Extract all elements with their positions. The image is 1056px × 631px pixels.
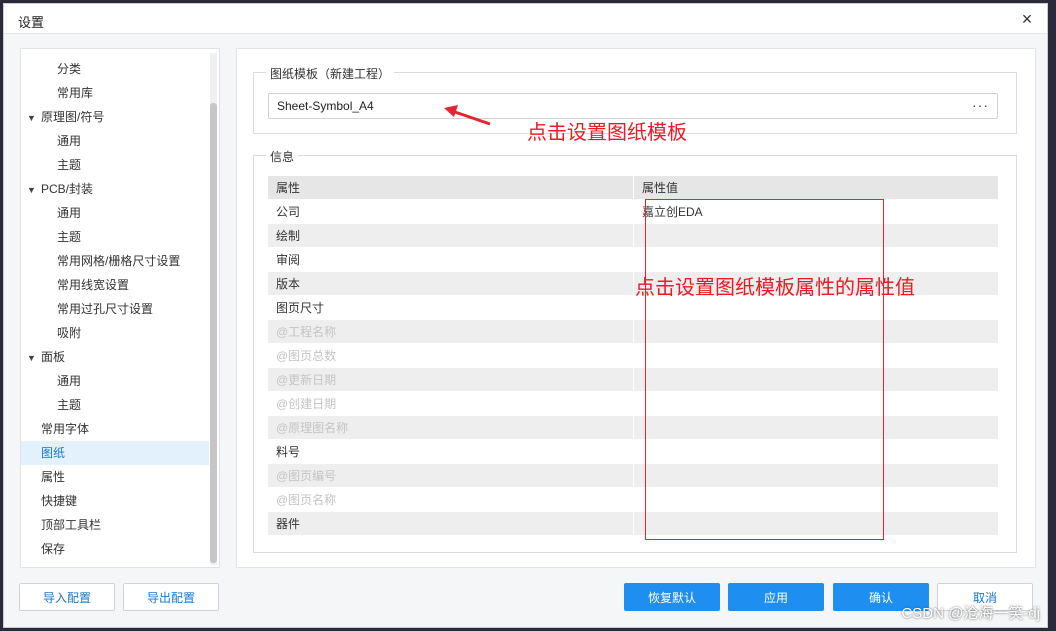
nav-item[interactable]: 快捷键 xyxy=(21,489,209,513)
nav-item-label: 原理图/符号 xyxy=(41,110,105,124)
table-row[interactable]: @工程名称 xyxy=(268,320,998,344)
nav-item-label: 常用库 xyxy=(57,86,94,100)
nav-scrollbar[interactable] xyxy=(210,53,217,565)
dialog-title: 设置 xyxy=(18,15,45,30)
more-options-icon[interactable]: ··· xyxy=(972,97,989,113)
nav-item[interactable]: ▼ 面板 xyxy=(21,345,209,369)
nav-item[interactable]: 主题 xyxy=(21,153,209,177)
header-value: 属性值 xyxy=(642,181,679,195)
property-key: @创建日期 xyxy=(268,392,634,416)
property-key: 绘制 xyxy=(268,224,634,248)
property-key: 公司 xyxy=(268,200,634,224)
property-key: 器件 xyxy=(268,512,634,536)
nav-item[interactable]: 主题 xyxy=(21,393,209,417)
import-config-button[interactable]: 导入配置 xyxy=(19,583,115,611)
property-key: @原理图名称 xyxy=(268,416,634,440)
nav-item-label: 通用 xyxy=(57,374,82,388)
property-key: 料号 xyxy=(268,440,634,464)
property-key: @图页总数 xyxy=(268,344,634,368)
csdn-watermark: CSDN @沧海一笑-dj xyxy=(901,605,1040,622)
nav-item-label: 吸附 xyxy=(57,326,82,340)
table-row[interactable]: 审阅 xyxy=(268,248,998,272)
nav-item-label: PCB/封装 xyxy=(41,182,94,196)
title-bar: 设置 × xyxy=(4,4,1047,34)
nav-item[interactable]: 通用 xyxy=(21,369,209,393)
nav-item-label: 常用过孔尺寸设置 xyxy=(57,302,154,316)
nav-item-label: 主题 xyxy=(57,398,82,412)
nav-item[interactable]: 常用线宽设置 xyxy=(21,273,209,297)
apply-button[interactable]: 应用 xyxy=(728,583,824,611)
info-table: 属性 属性值 公司 嘉立创EDA 绘制 审阅 版本 图页尺寸 @工程名称 @图页总数 @更新日期… xyxy=(268,176,998,536)
nav-item-label: 主题 xyxy=(57,230,82,244)
nav-item-label: 常用网格/栅格尺寸设置 xyxy=(57,254,181,268)
caret-down-icon[interactable]: ▼ xyxy=(27,106,39,130)
table-row[interactable]: 器件 xyxy=(268,512,998,536)
nav-item-label: 分类 xyxy=(57,62,82,76)
table-row[interactable]: @图页编号 xyxy=(268,464,998,488)
table-row[interactable]: 料号 xyxy=(268,440,998,464)
table-row[interactable]: @更新日期 xyxy=(268,368,998,392)
nav-item-label: 图纸 xyxy=(41,446,66,460)
export-config-button[interactable]: 导出配置 xyxy=(123,583,219,611)
table-row[interactable]: @图页名称 xyxy=(268,488,998,512)
nav-scroll-thumb[interactable] xyxy=(210,103,217,563)
caret-down-icon[interactable]: ▼ xyxy=(27,178,39,202)
table-row[interactable]: @创建日期 xyxy=(268,392,998,416)
value-column-highlight xyxy=(645,199,884,540)
nav-item[interactable]: ▼ PCB/封装 xyxy=(21,177,209,201)
nav-item[interactable]: 吸附 xyxy=(21,321,209,345)
nav-item[interactable]: 常用网格/栅格尺寸设置 xyxy=(21,249,209,273)
template-group-legend: 图纸模板（新建工程） xyxy=(266,65,395,82)
nav-item[interactable]: 顶部工具栏 xyxy=(21,513,209,537)
property-key: @更新日期 xyxy=(268,368,634,392)
nav-item-label: 保存 xyxy=(41,542,66,556)
nav-item[interactable]: 主题 xyxy=(21,225,209,249)
nav-item[interactable]: 常用库 xyxy=(21,81,209,105)
nav-item-label: 通用 xyxy=(57,134,82,148)
nav-item[interactable]: ▼ 原理图/符号 xyxy=(21,105,209,129)
nav-item[interactable]: 常用字体 xyxy=(21,417,209,441)
property-key: @图页编号 xyxy=(268,464,634,488)
nav-item-label: 顶部工具栏 xyxy=(41,518,102,532)
nav-item[interactable]: 常用过孔尺寸设置 xyxy=(21,297,209,321)
nav-item-label: 快捷键 xyxy=(41,494,78,508)
template-annotation: 点击设置图纸模板 xyxy=(527,122,687,144)
nav-item[interactable]: 图纸 xyxy=(21,441,209,465)
property-key: 审阅 xyxy=(268,248,634,272)
nav-item-label: 常用线宽设置 xyxy=(57,278,130,292)
table-row[interactable]: @图页总数 xyxy=(268,344,998,368)
restore-default-button[interactable]: 恢复默认 xyxy=(624,583,720,611)
info-group-legend: 信息 xyxy=(266,148,299,165)
nav-item[interactable]: 保存 xyxy=(21,537,209,561)
header-key: 属性 xyxy=(268,176,634,200)
property-key: @工程名称 xyxy=(268,320,634,344)
nav-item[interactable]: 分类 xyxy=(21,57,209,81)
nav-item-label: 常用字体 xyxy=(41,422,90,436)
template-value: Sheet-Symbol_A4 xyxy=(277,99,374,113)
value-annotation: 点击设置图纸模板属性的属性值 xyxy=(635,277,915,299)
property-key: 图页尺寸 xyxy=(268,296,634,320)
table-row[interactable]: 公司 嘉立创EDA xyxy=(268,200,998,224)
nav-item[interactable]: 通用 xyxy=(21,129,209,153)
nav-item[interactable]: 属性 xyxy=(21,465,209,489)
table-header-row: 属性 属性值 xyxy=(268,176,998,200)
caret-down-icon[interactable]: ▼ xyxy=(27,346,39,370)
settings-dialog: 设置 × 分类 常用库 ▼ 原理图/符号 通用 主题 ▼ PCB/封装 通用 主题 常用网格/栅格尺… xyxy=(3,3,1048,628)
table-row[interactable]: 绘制 xyxy=(268,224,998,248)
nav-item-label: 面板 xyxy=(41,350,66,364)
nav-item-label: 属性 xyxy=(41,470,66,484)
close-icon[interactable]: × xyxy=(1017,9,1037,29)
property-key: @图页名称 xyxy=(268,488,634,512)
info-group: 信息 属性 属性值 公司 嘉立创EDA 绘制 审阅 版本 图页尺寸 @工程名称 @图页总数 @更… xyxy=(253,148,1017,553)
settings-nav-tree: 分类 常用库 ▼ 原理图/符号 通用 主题 ▼ PCB/封装 通用 主题 常用网格/栅格尺寸设置 常用… xyxy=(20,48,220,568)
table-row[interactable]: @原理图名称 xyxy=(268,416,998,440)
nav-item[interactable]: 通用 xyxy=(21,201,209,225)
nav-item-label: 主题 xyxy=(57,158,82,172)
annotation-arrow xyxy=(444,105,491,126)
property-key: 版本 xyxy=(268,272,634,296)
nav-item-label: 通用 xyxy=(57,206,82,220)
